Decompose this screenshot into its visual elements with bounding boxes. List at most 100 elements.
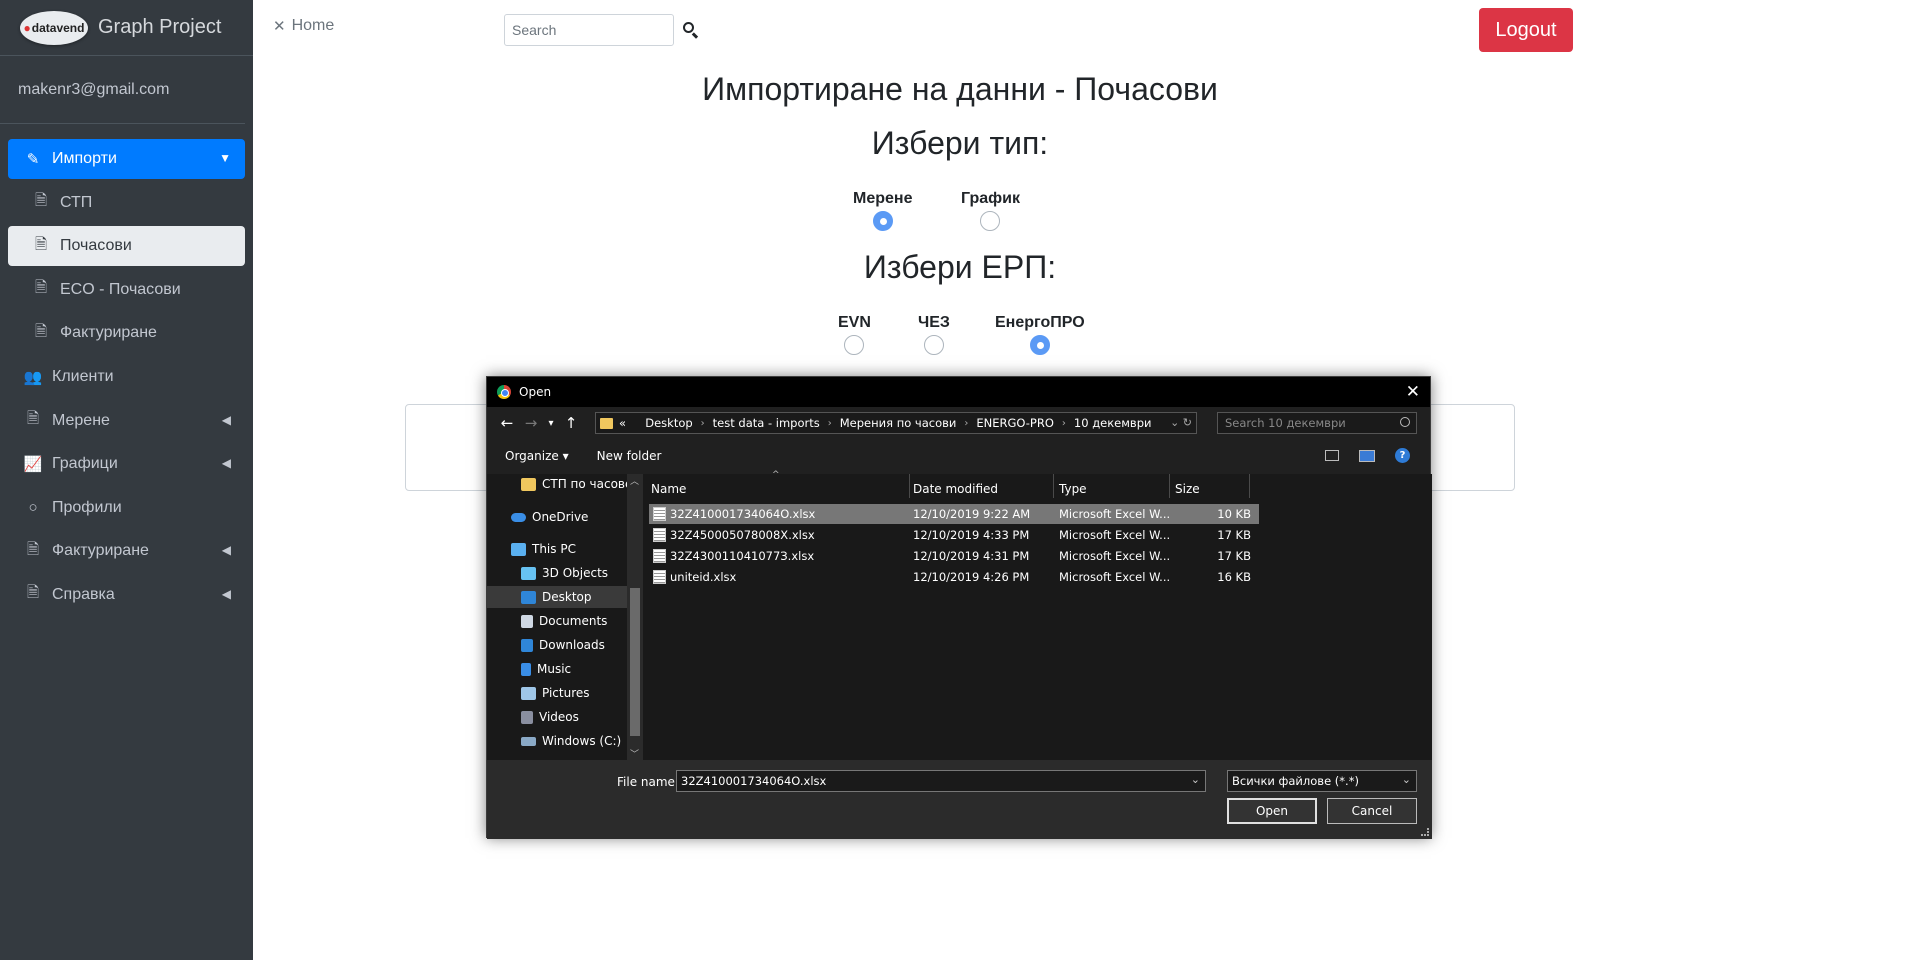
tree-item-label: 3D Objects: [542, 566, 609, 580]
file-type: Microsoft Excel W...: [1059, 507, 1171, 521]
radio-type-measurement[interactable]: Мерене: [853, 190, 912, 231]
search-input[interactable]: [504, 14, 674, 46]
radio-button[interactable]: [844, 335, 865, 355]
file-type-select[interactable]: Всички файлове (*.*) ⌄: [1227, 770, 1417, 792]
scrollbar-thumb[interactable]: [630, 588, 640, 736]
chevron-down-icon[interactable]: ⌄: [1402, 773, 1411, 786]
sidebar-item-clients[interactable]: 👥 Клиенти: [8, 357, 245, 397]
sidebar-item-stp[interactable]: 🗎 СТП: [8, 183, 245, 223]
column-separator[interactable]: [1053, 474, 1054, 498]
user-email[interactable]: makenr3@gmail.com: [0, 56, 245, 124]
home-link[interactable]: ✕ Home: [273, 17, 334, 35]
file-row[interactable]: 32Z410001734064O.xlsx 12/10/2019 9:22 AM…: [649, 504, 1259, 524]
file-row[interactable]: 32Z450005078008X.xlsx 12/10/2019 4:33 PM…: [649, 525, 1259, 545]
tree-item-pictures[interactable]: Pictures: [521, 682, 590, 704]
sidebar-item-invoicing-import[interactable]: 🗎 Фактуриране: [8, 313, 245, 353]
file-name-label: File name:: [617, 775, 679, 789]
close-icon[interactable]: ✕: [273, 17, 286, 35]
dialog-title: Open: [519, 385, 552, 399]
radio-erp-evn[interactable]: EVN: [838, 314, 871, 355]
dialog-close-button[interactable]: ✕: [1406, 382, 1420, 402]
radio-button[interactable]: [872, 211, 893, 231]
sidebar-item-imports[interactable]: ✎ Импорти ▼: [8, 139, 245, 179]
chevron-down-icon[interactable]: ⌄: [1191, 773, 1200, 786]
file-row[interactable]: uniteid.xlsx 12/10/2019 4:26 PM Microsof…: [649, 567, 1259, 587]
sidebar-item-profiles[interactable]: ○ Профили: [8, 488, 245, 528]
cancel-button[interactable]: Cancel: [1327, 798, 1417, 824]
up-arrow-icon[interactable]: ↑: [559, 414, 583, 432]
excel-file-icon: [653, 528, 666, 542]
search-button[interactable]: [682, 21, 700, 39]
sidebar-item-measurement[interactable]: 🗎 Мерене ◀: [8, 401, 245, 441]
radio-type-schedule[interactable]: График: [961, 190, 1020, 231]
resize-grip-icon[interactable]: [1421, 828, 1429, 836]
column-separator[interactable]: [1169, 474, 1170, 498]
sidebar-item-report[interactable]: 🗎 Справка ◀: [8, 575, 245, 615]
file-import-icon: 🗎: [34, 279, 48, 297]
radio-erp-cez[interactable]: ЧЕЗ: [918, 314, 950, 355]
breadcrumb-item[interactable]: Мерения по часови: [840, 416, 957, 430]
back-arrow-icon[interactable]: ←: [495, 414, 519, 432]
column-header-date[interactable]: Date modified: [913, 482, 998, 496]
preview-pane-icon[interactable]: [1359, 449, 1375, 462]
chrome-icon: [497, 385, 511, 399]
logout-button[interactable]: Logout: [1479, 8, 1573, 52]
breadcrumb-item[interactable]: 10 декември: [1074, 416, 1152, 430]
tree-item-onedrive[interactable]: OneDrive: [511, 506, 588, 528]
sidebar: ●datavend Graph Project makenr3@gmail.co…: [0, 0, 253, 960]
radio-erp-energopro[interactable]: ЕнергоПРО: [995, 314, 1085, 355]
brand[interactable]: ●datavend Graph Project: [0, 0, 253, 56]
tree-item-this-pc[interactable]: This PC: [511, 538, 576, 560]
forward-arrow-icon[interactable]: →: [519, 414, 543, 432]
tree-item-music[interactable]: Music: [521, 658, 571, 680]
refresh-icon[interactable]: ⌄ ↻: [1170, 416, 1192, 429]
dialog-titlebar[interactable]: Open ✕: [487, 377, 1430, 407]
new-folder-button[interactable]: New folder: [597, 449, 662, 463]
sidebar-item-eco-hourly[interactable]: 🗎 ECO - Почасови: [8, 270, 245, 310]
open-button[interactable]: Open: [1227, 798, 1317, 824]
file-size: 10 KB: [1217, 507, 1251, 521]
scroll-up-icon[interactable]: ︿: [630, 474, 639, 487]
file-name-input[interactable]: 32Z410001734064O.xlsx ⌄: [676, 770, 1206, 792]
radio-label: EVN: [838, 314, 871, 331]
sidebar-item-schedules[interactable]: 📈 Графици ◀: [8, 444, 245, 484]
column-separator[interactable]: [909, 474, 910, 498]
column-header-size[interactable]: Size: [1175, 482, 1200, 496]
view-options-icon[interactable]: [1325, 450, 1339, 461]
breadcrumb-item[interactable]: test data - imports: [713, 416, 820, 430]
path-prefix: «: [619, 416, 627, 430]
sidebar-item-hourly[interactable]: 🗎 Почасови: [8, 226, 245, 267]
file-size: 17 KB: [1217, 549, 1251, 563]
sidebar-item-invoicing[interactable]: 🗎 Фактуриране ◀: [8, 531, 245, 571]
help-icon[interactable]: ?: [1395, 448, 1410, 463]
tree-item-3d-objects[interactable]: 3D Objects: [521, 562, 608, 584]
radio-button[interactable]: [923, 335, 944, 355]
file-type: Microsoft Excel W...: [1059, 570, 1171, 584]
breadcrumb-item[interactable]: ENERGO-PRO: [976, 416, 1054, 430]
dialog-search-input[interactable]: Search 10 декември: [1217, 412, 1417, 434]
breadcrumb-separator: ›: [1061, 417, 1066, 429]
column-separator[interactable]: [1249, 474, 1250, 498]
column-header-type[interactable]: Type: [1059, 482, 1087, 496]
column-header-name[interactable]: Name: [651, 482, 686, 496]
tree-item-desktop[interactable]: Desktop: [487, 586, 627, 608]
scroll-down-icon[interactable]: ﹀: [630, 747, 639, 760]
tree-item-windows-c[interactable]: Windows (C:): [521, 730, 621, 752]
radio-label: ЧЕЗ: [918, 314, 950, 331]
tree-item-stp-folder[interactable]: СТП по часове: [521, 473, 632, 495]
tree-item-videos[interactable]: Videos: [521, 706, 579, 728]
tree-item-documents[interactable]: Documents: [521, 610, 607, 632]
breadcrumb-item[interactable]: Desktop: [645, 416, 692, 430]
radio-button[interactable]: [1029, 335, 1050, 355]
tree-item-downloads[interactable]: Downloads: [521, 634, 605, 656]
sidebar-item-label: Графици: [52, 455, 118, 473]
radio-label: Мерене: [853, 190, 913, 207]
organize-button[interactable]: Organize ▾: [505, 449, 569, 463]
tree-scrollbar[interactable]: ︿ ﹀: [627, 474, 643, 760]
radio-button[interactable]: [980, 211, 1001, 231]
recent-dropdown-icon[interactable]: ▾: [543, 418, 559, 429]
address-row: ← → ▾ ↑ « Desktop › test data - imports …: [487, 407, 1430, 439]
address-bar[interactable]: « Desktop › test data - imports › Мерени…: [595, 412, 1197, 434]
file-name-cell: 32Z450005078008X.xlsx: [653, 528, 815, 542]
file-row[interactable]: 32Z430011041077З.xlsx 12/10/2019 4:31 PM…: [649, 546, 1259, 566]
